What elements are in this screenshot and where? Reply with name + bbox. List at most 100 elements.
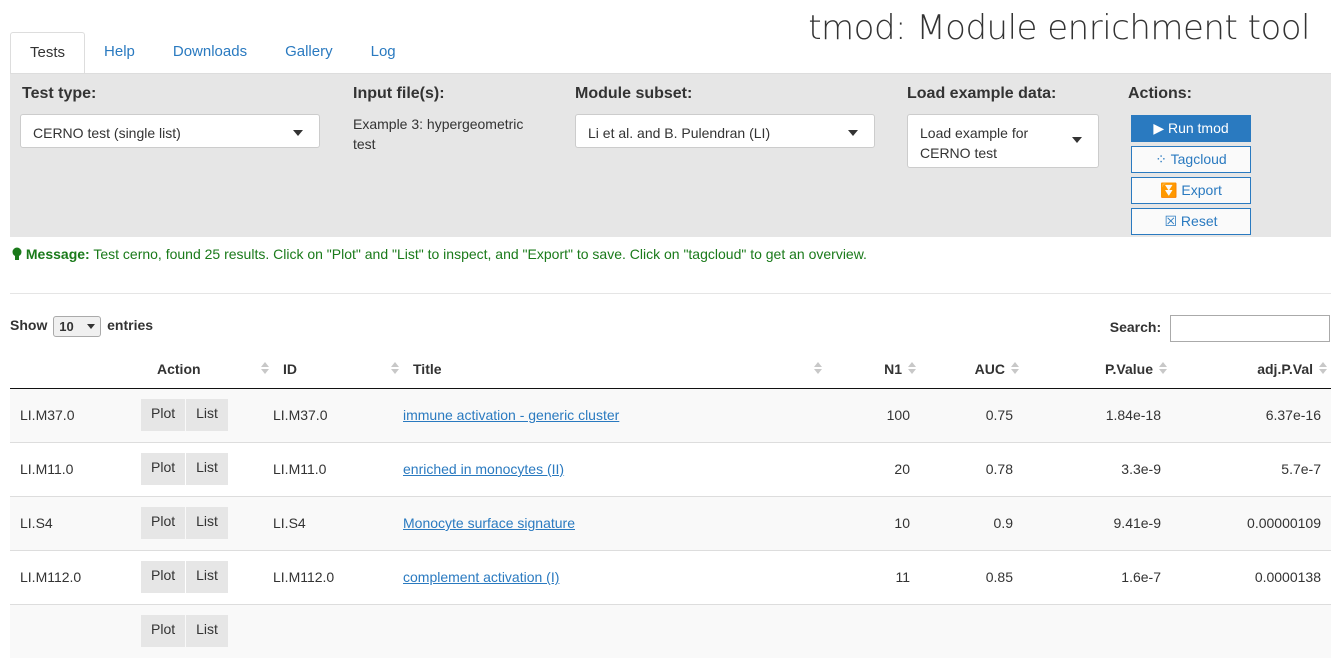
sort-icon <box>1011 361 1019 375</box>
row-n1: 10 <box>826 495 920 550</box>
app-title: tmod: Module enrichment tool <box>808 8 1310 48</box>
search-label: Search: <box>1109 319 1162 336</box>
module-subset-value: Li et al. and B. Pulendran (LI) <box>588 125 771 141</box>
list-button[interactable]: List <box>186 561 228 593</box>
sort-icon <box>908 361 916 375</box>
sort-icon <box>814 361 822 375</box>
export-button[interactable]: ⏬ Export <box>1131 177 1251 204</box>
column-header-id[interactable]: ID <box>273 350 403 389</box>
module-title-link[interactable]: immune activation - generic cluster <box>403 407 619 423</box>
plot-button[interactable]: Plot <box>141 399 186 431</box>
row-adjpval <box>1171 603 1331 658</box>
row-adjpval: 5.7e-7 <box>1171 441 1331 496</box>
table-row: LI.M11.0 Plot List LI.M11.0 enriched in m… <box>10 441 1331 496</box>
column-header-pvalue[interactable]: P.Value <box>1023 350 1171 389</box>
sort-icon <box>1319 361 1327 375</box>
plot-button[interactable]: Plot <box>141 507 186 539</box>
row-auc: 0.85 <box>920 549 1023 604</box>
row-name: LI.M37.0 <box>10 387 137 442</box>
module-title-link[interactable]: complement activation (I) <box>403 569 559 585</box>
tab-tests[interactable]: Tests <box>10 32 86 74</box>
module-title-link[interactable]: Monocyte surface signature <box>403 515 575 531</box>
tagcloud-button[interactable]: ⁘ Tagcloud <box>1131 146 1251 173</box>
row-auc <box>920 603 1023 658</box>
control-panel: Test type: CERNO test (single list) Inpu… <box>10 73 1331 237</box>
tab-gallery[interactable]: Gallery <box>266 32 352 74</box>
actions-label: Actions: <box>1128 85 1192 102</box>
module-subset-label: Module subset: <box>575 85 693 102</box>
module-title-link[interactable]: enriched in monocytes (II) <box>403 461 564 477</box>
page-length-select[interactable]: 10 <box>53 316 102 337</box>
tab-help[interactable]: Help <box>85 32 154 74</box>
list-button[interactable]: List <box>186 453 228 485</box>
tab-log[interactable]: Log <box>352 32 415 74</box>
load-example-value: Load example for CERNO test <box>920 125 1029 161</box>
row-pvalue: 9.41e-9 <box>1023 495 1171 550</box>
plot-button[interactable]: Plot <box>141 453 186 485</box>
row-pvalue: 3.3e-9 <box>1023 441 1171 496</box>
column-header-action[interactable]: Action <box>137 350 273 389</box>
table-row: LI.M112.0 Plot List LI.M112.0 complement … <box>10 549 1331 604</box>
chevron-down-icon <box>1072 137 1082 143</box>
table-row: LI.M37.0 Plot List LI.M37.0 immune activa… <box>10 387 1331 442</box>
row-id: LI.S4 <box>273 495 403 550</box>
input-files-value: Example 3: hypergeometric test <box>353 116 524 152</box>
run-tmod-button[interactable]: ▶ Run tmod <box>1131 115 1251 142</box>
column-header-adjpval[interactable]: adj.P.Val <box>1171 350 1331 389</box>
table-row: Plot List <box>10 603 1331 658</box>
list-button[interactable]: List <box>186 399 228 431</box>
row-name: LI.S4 <box>10 495 137 550</box>
row-actions: Plot List <box>137 495 273 550</box>
chevron-down-icon <box>293 130 303 136</box>
row-name <box>10 603 137 658</box>
tab-bar: Tests Help Downloads Gallery Log <box>10 32 415 74</box>
table-header-row: Action ID Title N1 AUC P.Value adj.P.Val <box>10 350 1331 389</box>
row-pvalue: 1.6e-7 <box>1023 549 1171 604</box>
row-id <box>273 603 403 658</box>
column-header-title[interactable]: Title <box>403 350 826 389</box>
plot-button[interactable]: Plot <box>141 561 186 593</box>
sort-icon <box>261 361 269 375</box>
row-adjpval: 0.00000109 <box>1171 495 1331 550</box>
list-button[interactable]: List <box>186 614 228 647</box>
page-length-control: Show 10 entries <box>10 316 153 337</box>
row-auc: 0.78 <box>920 441 1023 496</box>
entries-label: entries <box>107 317 154 334</box>
row-actions: Plot List <box>137 441 273 496</box>
row-auc: 0.75 <box>920 387 1023 442</box>
row-actions: Plot List <box>137 387 273 442</box>
row-id: LI.M112.0 <box>273 549 403 604</box>
test-type-select[interactable]: CERNO test (single list) <box>20 114 320 148</box>
status-message: Message: Test cerno, found 25 results. C… <box>12 246 867 262</box>
input-files-label: Input file(s): <box>353 85 445 102</box>
table-row: LI.S4 Plot List LI.S4 Monocyte surface si… <box>10 495 1331 550</box>
column-header-n1[interactable]: N1 <box>826 350 920 389</box>
row-n1: 11 <box>826 549 920 604</box>
row-actions: Plot List <box>137 603 273 658</box>
load-example-select[interactable]: Load example for CERNO test <box>907 114 1099 168</box>
chevron-down-icon <box>87 324 96 329</box>
row-n1 <box>826 603 920 658</box>
row-pvalue: 1.84e-18 <box>1023 387 1171 442</box>
sort-icon <box>1159 361 1167 375</box>
row-id: LI.M11.0 <box>273 441 403 496</box>
column-header-auc[interactable]: AUC <box>920 350 1023 389</box>
divider <box>10 293 1331 294</box>
module-subset-select[interactable]: Li et al. and B. Pulendran (LI) <box>575 114 875 148</box>
reset-button[interactable]: ☒ Reset <box>1131 208 1251 235</box>
test-type-label: Test type: <box>22 85 97 102</box>
sort-icon <box>391 361 399 375</box>
column-header-rowname <box>10 350 137 389</box>
plot-button[interactable]: Plot <box>141 614 186 647</box>
page-length-value: 10 <box>59 319 74 334</box>
tab-downloads[interactable]: Downloads <box>154 32 266 74</box>
load-example-label: Load example data: <box>907 85 1057 102</box>
row-n1: 100 <box>826 387 920 442</box>
list-button[interactable]: List <box>186 507 228 539</box>
table-search: Search: <box>1110 315 1330 342</box>
search-input[interactable] <box>1170 315 1330 342</box>
row-auc: 0.9 <box>920 495 1023 550</box>
row-name: LI.M112.0 <box>10 549 137 604</box>
message-text: Test cerno, found 25 results. Click on "… <box>93 246 867 262</box>
message-prefix: Message: <box>25 246 90 262</box>
